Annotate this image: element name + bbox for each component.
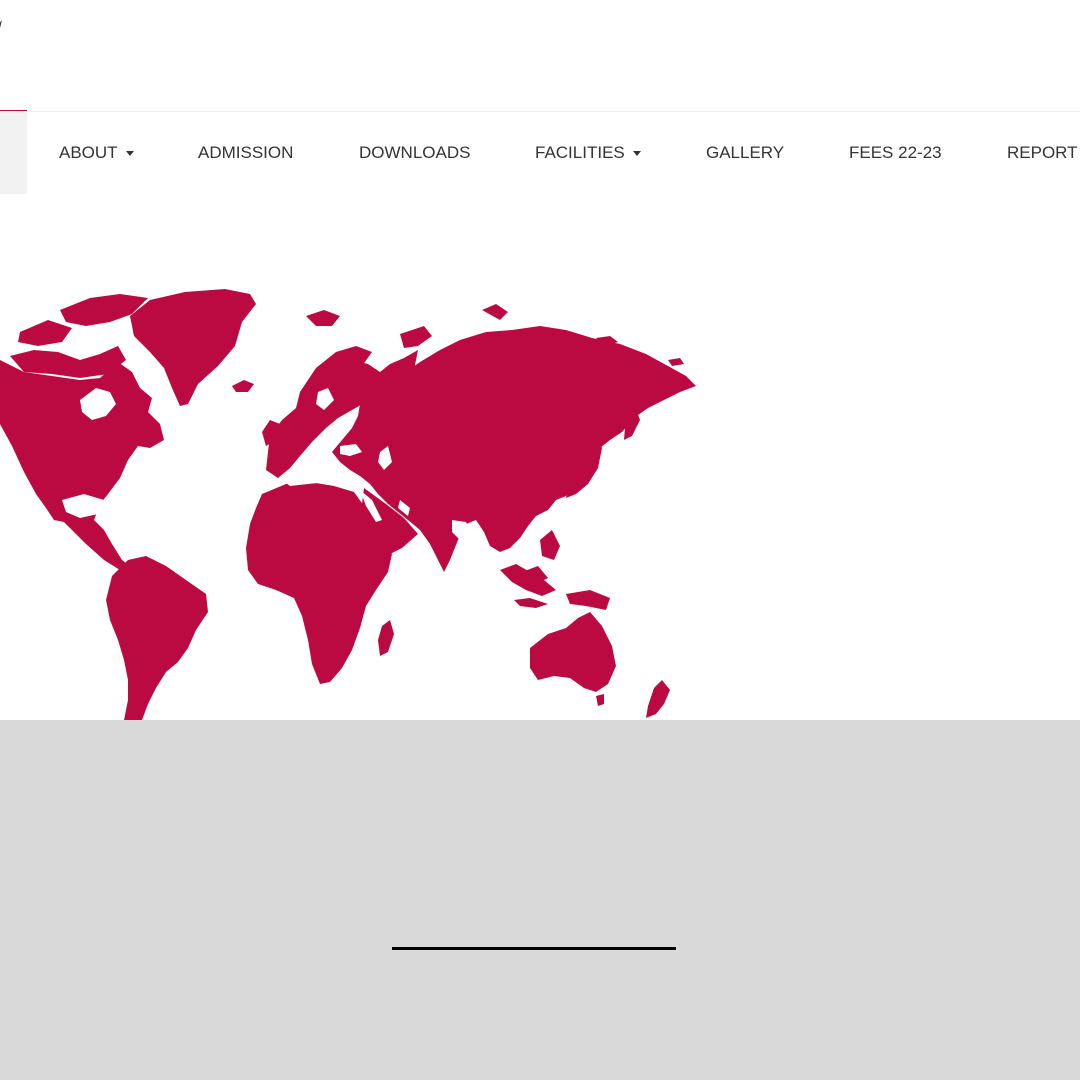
nav-item-fees[interactable]: FEES 22-23 [849,112,942,194]
nav-item-label: DOWNLOADS [359,143,471,162]
nav-item-facilities[interactable]: FACILITIES [535,112,641,194]
map-new-zealand [646,680,670,718]
nav-item-report[interactable]: REPORT [1007,112,1078,194]
page: ABOUT ADMISSION DOWNLOADS FACILITIES GAL… [0,0,1080,1080]
section-divider [392,947,676,950]
nav-item-label: ADMISSION [198,143,294,162]
nav-item-label: REPORT [1007,143,1078,162]
nav-item-label: GALLERY [706,143,785,162]
map-south-america [106,556,208,720]
footer-section [0,720,1080,1080]
nav-home-item[interactable] [0,112,27,194]
logo-icon[interactable] [0,10,6,30]
hero-section [0,194,1080,720]
world-map-image [0,289,696,720]
map-north-america [0,360,164,570]
site-header [0,0,1080,112]
nav-item-admission[interactable]: ADMISSION [198,112,293,194]
caret-down-icon [125,151,134,157]
map-australia [530,612,616,692]
map-indonesia [500,564,556,596]
nav-item-label: ABOUT [59,143,118,162]
nav-item-about[interactable]: ABOUT [59,112,134,194]
caret-down-icon [632,151,641,157]
nav-item-gallery[interactable]: GALLERY [706,112,784,194]
nav-item-downloads[interactable]: DOWNLOADS [359,112,470,194]
map-madagascar [378,620,394,656]
nav-item-label: FEES 22-23 [849,143,942,162]
map-iceland [232,380,254,392]
nav-item-label: FACILITIES [535,143,625,162]
main-nav: ABOUT ADMISSION DOWNLOADS FACILITIES GAL… [0,111,1080,195]
